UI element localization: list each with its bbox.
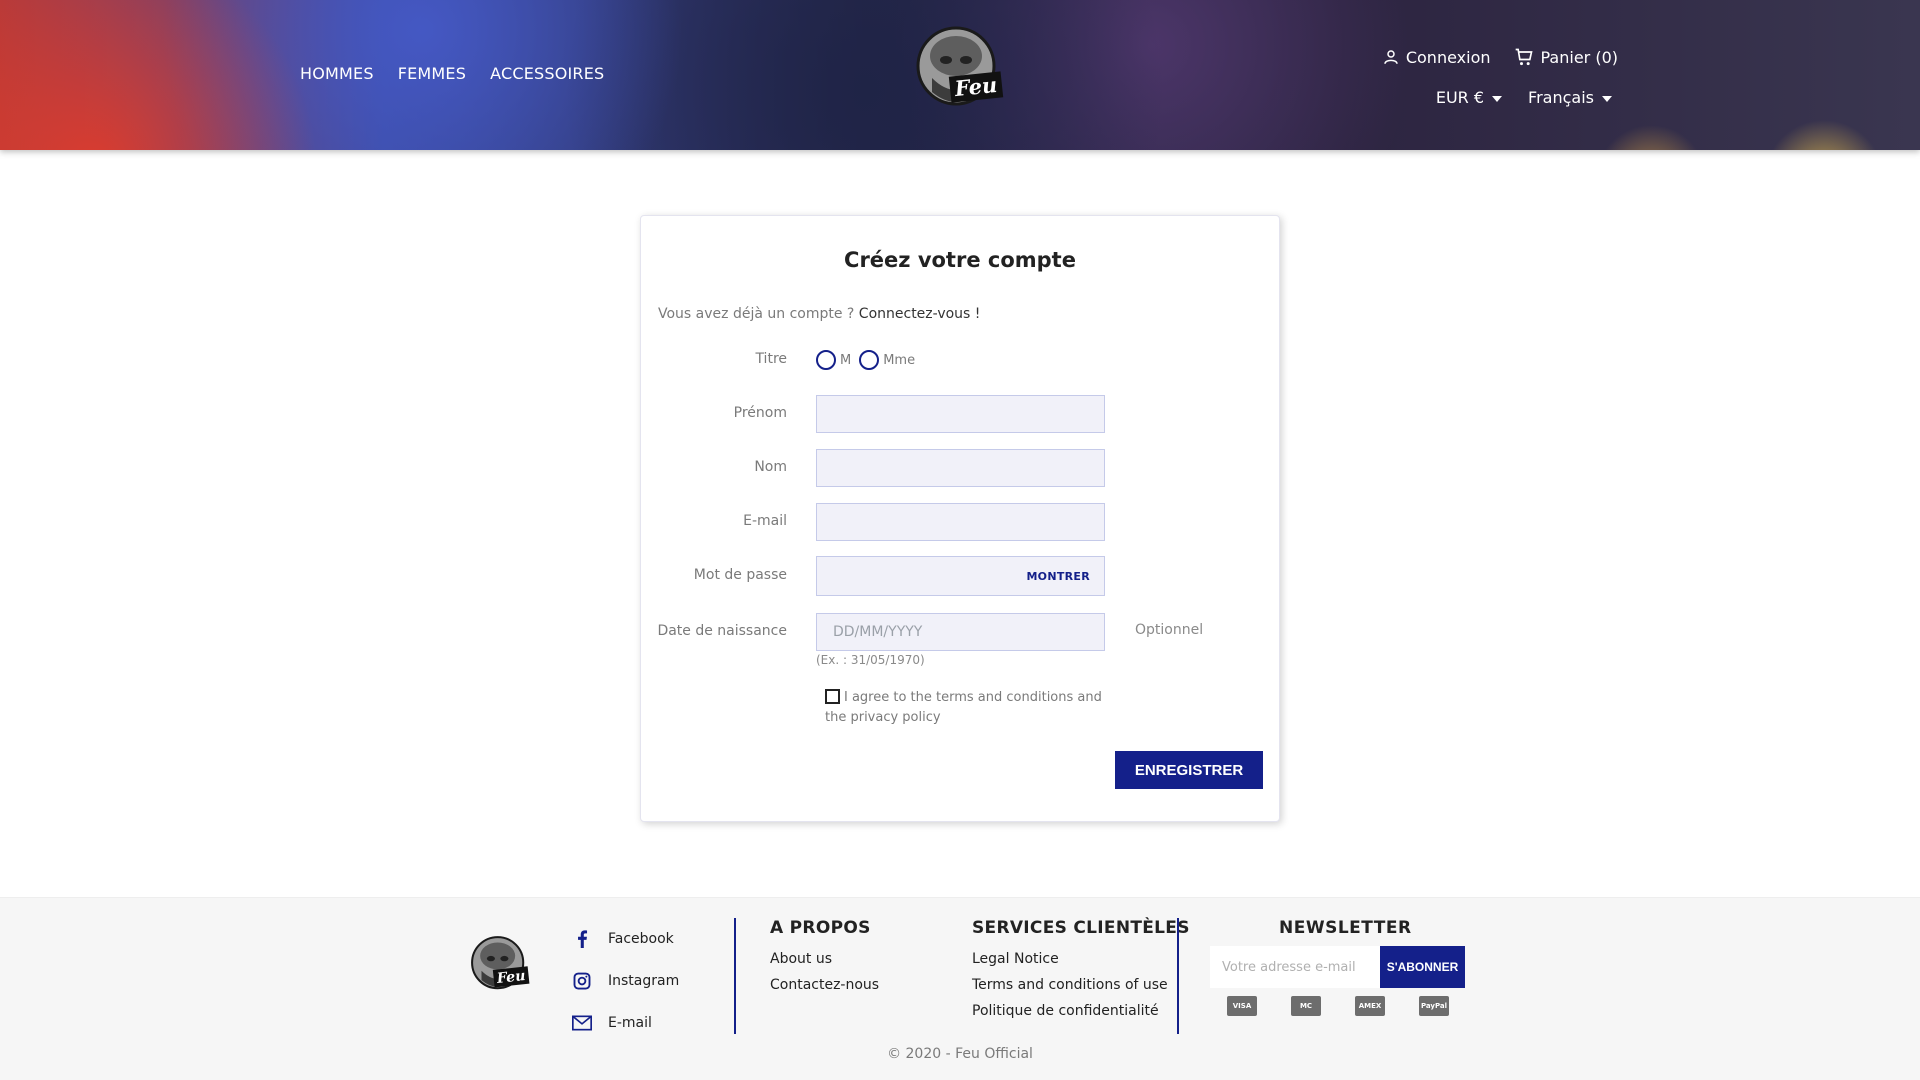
nav-accessoires[interactable]: ACCESSOIRES: [490, 64, 604, 83]
about-us-link[interactable]: About us: [770, 946, 879, 972]
newsletter-email-input[interactable]: [1211, 947, 1379, 987]
radio-m[interactable]: [816, 350, 836, 370]
radio-mme[interactable]: [859, 350, 880, 370]
terms-label: I agree to the terms and conditions and …: [825, 690, 1102, 725]
terms-agreement: I agree to the terms and conditions and …: [825, 688, 1115, 728]
firstname-label: Prénom: [733, 405, 787, 421]
password-field: MONTRER: [816, 556, 1105, 596]
language-value: Français: [1528, 88, 1594, 107]
footer-divider: [1177, 918, 1179, 1034]
email-label: E-mail: [608, 1015, 652, 1031]
firstname-field: [816, 395, 1105, 433]
lastname-label: Nom: [754, 459, 787, 475]
login-label: Connexion: [1405, 47, 1491, 67]
nav-femmes[interactable]: FEMMES: [398, 64, 466, 83]
services-column: SERVICES CLIENTÈLES Legal Notice Terms a…: [972, 918, 1190, 1024]
terms-link[interactable]: Terms and conditions of use: [972, 972, 1190, 998]
email-label: E-mail: [743, 513, 787, 529]
about-column: A PROPOS About us Contactez-nous: [770, 918, 879, 998]
register-card: Créez votre compte Vous avez déjà un com…: [640, 215, 1280, 822]
cart-label: Panier (0): [1540, 47, 1619, 67]
register-button[interactable]: ENREGISTRER: [1115, 751, 1263, 789]
paypal-icon: PayPal: [1419, 996, 1449, 1016]
have-account-label: Vous avez déjà un compte ?: [658, 306, 855, 322]
password-label: Mot de passe: [693, 567, 787, 583]
chevron-down-icon: [1492, 95, 1503, 102]
instagram-icon: [572, 972, 592, 990]
lastname-input[interactable]: [817, 450, 1104, 486]
svg-text:Feu: Feu: [953, 72, 999, 101]
birthday-hint: (Ex. : 31/05/1970): [816, 653, 925, 667]
show-password-button[interactable]: MONTRER: [1026, 570, 1090, 583]
firstname-input[interactable]: [817, 396, 1104, 432]
lastname-field: [816, 449, 1105, 487]
gender-radio-group: M Mme: [816, 350, 919, 370]
facebook-link[interactable]: Facebook: [572, 918, 679, 960]
facebook-label: Facebook: [608, 931, 674, 947]
title-label: Titre: [755, 351, 787, 367]
email-input[interactable]: [817, 504, 1104, 540]
social-links: Facebook Instagram E-mail: [572, 918, 679, 1044]
copyright: © 2020 - Feu Official: [887, 1046, 1033, 1062]
contact-link[interactable]: Contactez-nous: [770, 972, 879, 998]
optional-note: Optionnel: [1135, 622, 1204, 638]
site-header: HOMMES FEMMES ACCESSOIRES Feu Connexion …: [0, 0, 1920, 150]
radio-m-label: M: [840, 352, 852, 368]
cart-link[interactable]: Panier (0): [1513, 47, 1619, 67]
radio-mme-label: Mme: [883, 352, 916, 368]
payment-methods: VISA MC AMEX PayPal: [1227, 996, 1449, 1016]
footer-logo[interactable]: Feu: [467, 929, 531, 999]
have-account-text: Vous avez déjà un compte ? Connectez-vou…: [658, 306, 980, 322]
visa-icon: VISA: [1227, 996, 1257, 1016]
amex-icon: AMEX: [1355, 996, 1385, 1016]
birthday-field: [816, 613, 1105, 651]
envelope-icon: [572, 1015, 592, 1031]
email-field: [816, 503, 1105, 541]
site-footer: Feu Facebook Instagram E-mail A PROPOS A…: [0, 897, 1920, 1080]
newsletter-field: [1210, 946, 1380, 988]
cart-icon: [1515, 48, 1533, 66]
subscribe-button[interactable]: S'ABONNER: [1380, 946, 1465, 988]
svg-text:Feu: Feu: [495, 968, 526, 987]
email-link[interactable]: E-mail: [572, 1002, 679, 1044]
chevron-down-icon: [1602, 95, 1612, 102]
about-title: A PROPOS: [770, 918, 871, 938]
terms-checkbox[interactable]: [825, 689, 840, 704]
mastercard-icon: MC: [1291, 996, 1321, 1016]
header-actions: Connexion Panier (0): [1382, 47, 1618, 67]
user-icon: [1384, 50, 1398, 64]
site-logo[interactable]: Feu: [912, 16, 1004, 120]
login-link[interactable]: Connexion: [1382, 48, 1491, 67]
legal-notice-link[interactable]: Legal Notice: [972, 946, 1190, 972]
header-selectors: EUR € Français: [1436, 88, 1612, 107]
instagram-label: Instagram: [608, 973, 680, 989]
login-link-inline[interactable]: Connectez-vous !: [859, 306, 981, 322]
birthday-input[interactable]: [817, 614, 1104, 650]
facebook-icon: [572, 930, 592, 948]
privacy-link[interactable]: Politique de confidentialité: [972, 998, 1190, 1024]
currency-selector[interactable]: EUR €: [1435, 88, 1503, 107]
birthday-label: Date de naissance: [657, 623, 787, 639]
language-selector[interactable]: Français: [1528, 88, 1612, 107]
instagram-link[interactable]: Instagram: [572, 960, 679, 1002]
nav-hommes[interactable]: HOMMES: [300, 64, 374, 83]
main-nav: HOMMES FEMMES ACCESSOIRES: [300, 64, 604, 83]
services-title: SERVICES CLIENTÈLES: [972, 918, 1190, 938]
page-title: Créez votre compte: [844, 248, 1076, 272]
currency-value: EUR €: [1435, 88, 1485, 107]
footer-divider: [734, 918, 736, 1034]
newsletter-title: NEWSLETTER: [1279, 918, 1412, 938]
